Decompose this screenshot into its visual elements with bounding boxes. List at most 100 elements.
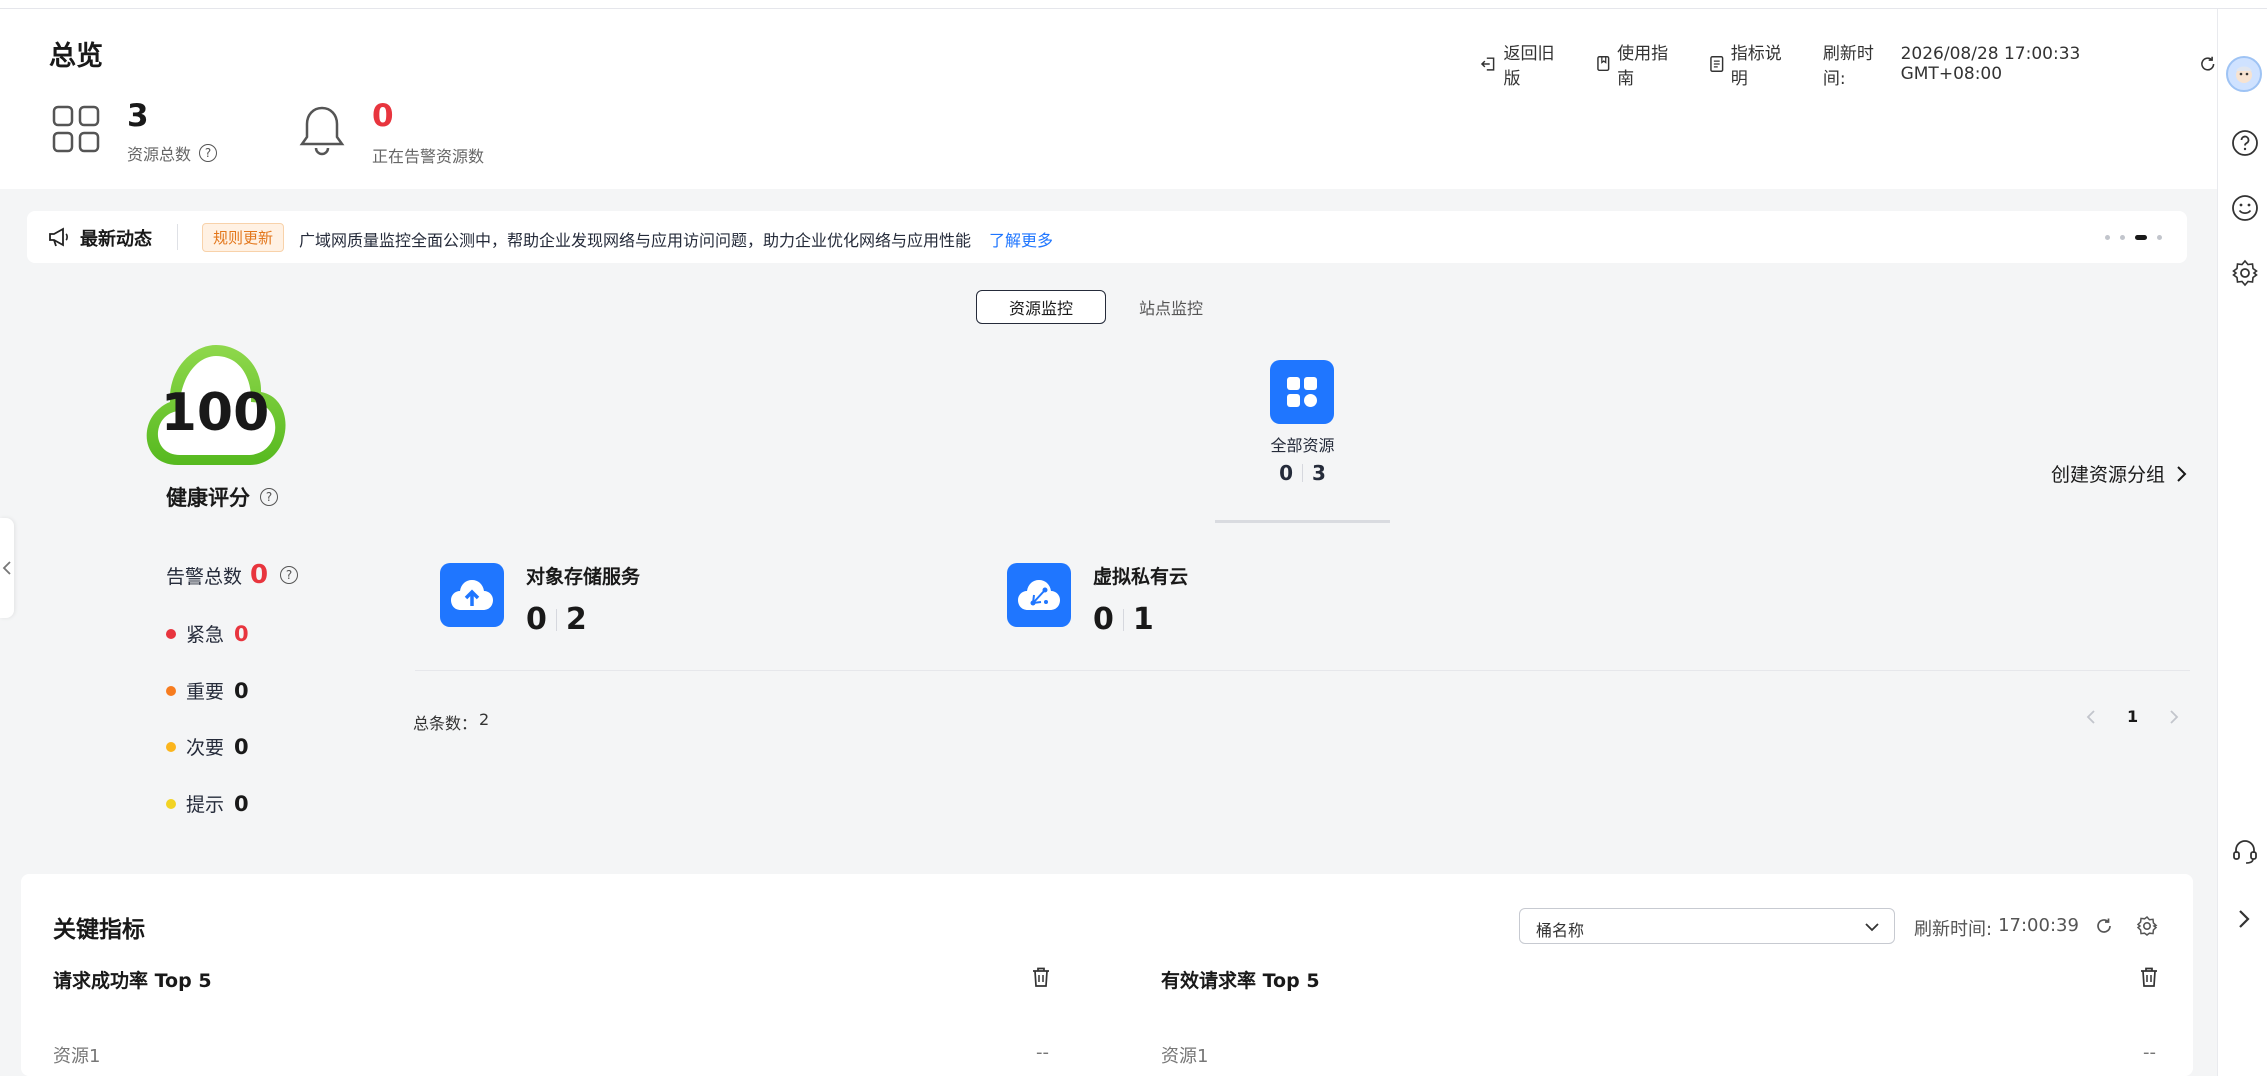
carousel-dot[interactable] [2157,235,2162,240]
user-guide-button[interactable]: 使用指南 [1596,39,1684,89]
resource-card-vpc[interactable]: 虚拟私有云 0 1 [1007,562,1527,662]
alarm-level-value: 0 [234,678,249,703]
news-title: 最新动态 [80,229,152,250]
settings-gear-icon[interactable] [2231,259,2259,287]
create-resource-group-label: 创建资源分组 [2051,464,2166,486]
delete-trash-icon[interactable] [2139,966,2159,988]
carousel-dot[interactable] [2105,235,2110,240]
alarm-total-count: 0 [250,560,269,590]
page-title: 总览 [49,41,103,72]
panel-row-label: 资源1 [1161,1046,1209,1067]
resources-grid-icon [52,105,100,153]
panel-title-success-rate: 请求成功率 Top 5 [53,970,212,992]
help-icon[interactable]: ? [280,566,299,584]
resource-total-count: 1 [1132,602,1154,637]
health-score-label-row: 健康评分 ? [166,482,278,512]
chevron-left-icon [2,561,11,575]
total-count-value: 2 [479,710,490,729]
create-resource-group-link[interactable]: 创建资源分组 [2051,460,2187,487]
refresh-icon[interactable] [2198,54,2217,74]
metrics-description-button[interactable]: 指标说明 [1709,39,1797,89]
settings-gear-icon[interactable] [2136,915,2158,937]
help-circle-icon[interactable] [2231,129,2259,157]
smiley-feedback-icon[interactable] [2231,194,2259,222]
resource-card-obs[interactable]: 对象存储服务 0 2 [440,562,960,662]
panel-row-value: -- [2143,1042,2156,1063]
news-banner: 最新动态 规则更新 广域网质量监控全面公测中，帮助企业发现网络与应用访问问题，助… [27,211,2187,263]
alarm-total-row: 告警总数 0 ? [166,560,299,590]
alarm-level-label: 紧急 [186,624,225,646]
all-resources-counts: 0 3 [1230,461,1375,485]
alarm-total-label: 告警总数 [166,565,243,588]
key-metrics-card: 关键指标 桶名称 刷新时间: 17:00:39 请求成功率 Top 5 资源1 … [21,874,2193,1076]
back-old-version-button[interactable]: 返回旧版 [1480,39,1570,89]
sidebar-collapse-handle[interactable] [0,518,14,618]
exit-icon [1480,57,1495,71]
current-page[interactable]: 1 [2127,707,2138,726]
carousel-dot[interactable] [2120,235,2125,240]
help-icon[interactable]: ? [260,488,278,506]
news-text: 广域网质量监控全面公测中，帮助企业发现网络与应用访问问题，助力企业优化网络与应用… [299,231,972,250]
cloud-upload-icon [451,580,493,610]
refresh-time: 刷新时间: 2026/08/28 17:00:33 GMT+08:00 [1823,39,2180,89]
pagination: 1 [2085,707,2180,726]
news-divider [177,224,178,250]
refresh-icon[interactable] [2094,916,2114,936]
resource-alarm-count: 0 [1093,602,1114,637]
all-resources-label: 全部资源 [1270,436,1335,455]
bucket-name-select[interactable]: 桶名称 [1519,908,1895,944]
carousel-dot-active[interactable] [2135,235,2147,240]
panel-row-label: 资源1 [53,1046,101,1067]
health-score-value: 100 [160,383,270,443]
learn-more-link[interactable]: 了解更多 [989,227,1053,251]
resource-name: 对象存储服务 [526,566,641,588]
alarm-level-info: 提示 0 [166,790,249,817]
user-guide-label: 使用指南 [1617,44,1669,89]
resource-total-count: 2 [565,602,587,637]
header-toolbar: 返回旧版 使用指南 指标说明 刷新时间: 2026/08/28 17:00:33… [1480,39,2217,89]
alarm-level-label: 次要 [186,737,225,759]
help-icon[interactable]: ? [199,144,218,162]
bell-icon [299,106,345,156]
minor-dot [166,741,176,752]
expand-chevron-right-icon[interactable] [2234,907,2254,931]
resource-card-icon-box [440,563,504,627]
delete-trash-icon[interactable] [1031,966,1051,988]
megaphone-icon [49,227,68,247]
resource-card-icon-box [1007,563,1071,627]
resource-name: 虚拟私有云 [1093,566,1189,588]
alarming-resources-label: 正在告警资源数 [372,147,485,166]
alarm-level-urgent: 紧急 0 [166,620,249,647]
bucket-name-select-value: 桶名称 [1536,921,1585,940]
right-sidebar [2217,9,2267,1076]
alarm-level-value: 0 [234,791,249,816]
count-separator [1302,464,1303,482]
alarm-level-value: 0 [234,734,249,759]
prev-page-icon[interactable] [2085,708,2097,726]
customer-service-headset-icon[interactable] [2231,837,2259,865]
key-metrics-title: 关键指标 [53,917,145,943]
tab-site-monitor[interactable]: 站点监控 [1126,290,1216,324]
all-resources-alarm-count: 0 [1279,461,1293,485]
refresh-time-value: 2026/08/28 17:00:33 GMT+08:00 [1900,44,2081,84]
monitor-tabs: 资源监控 站点监控 [976,290,1216,326]
chevron-right-icon [2177,465,2187,482]
alarm-level-label: 提示 [186,794,225,816]
resource-divider [415,670,2190,671]
all-resources-button[interactable] [1270,360,1334,424]
next-page-icon[interactable] [2168,708,2180,726]
avatar[interactable] [2226,56,2262,92]
panel-row-value: -- [1036,1042,1049,1063]
count-separator [555,608,557,631]
avatar-face-icon [2236,66,2252,83]
tab-resource-monitor[interactable]: 资源监控 [976,290,1106,324]
apps-grid-icon [1287,377,1317,407]
news-tag: 规则更新 [202,223,285,252]
metrics-refresh-prefix: 刷新时间: [1914,919,1993,940]
resource-counts: 0 1 [1093,602,1154,637]
refresh-time-prefix: 刷新时间: [1822,44,1874,89]
carousel-indicators[interactable] [2105,235,2162,240]
info-dot [166,798,176,809]
back-old-version-label: 返回旧版 [1503,44,1555,89]
all-resources-total-count: 3 [1312,461,1326,485]
